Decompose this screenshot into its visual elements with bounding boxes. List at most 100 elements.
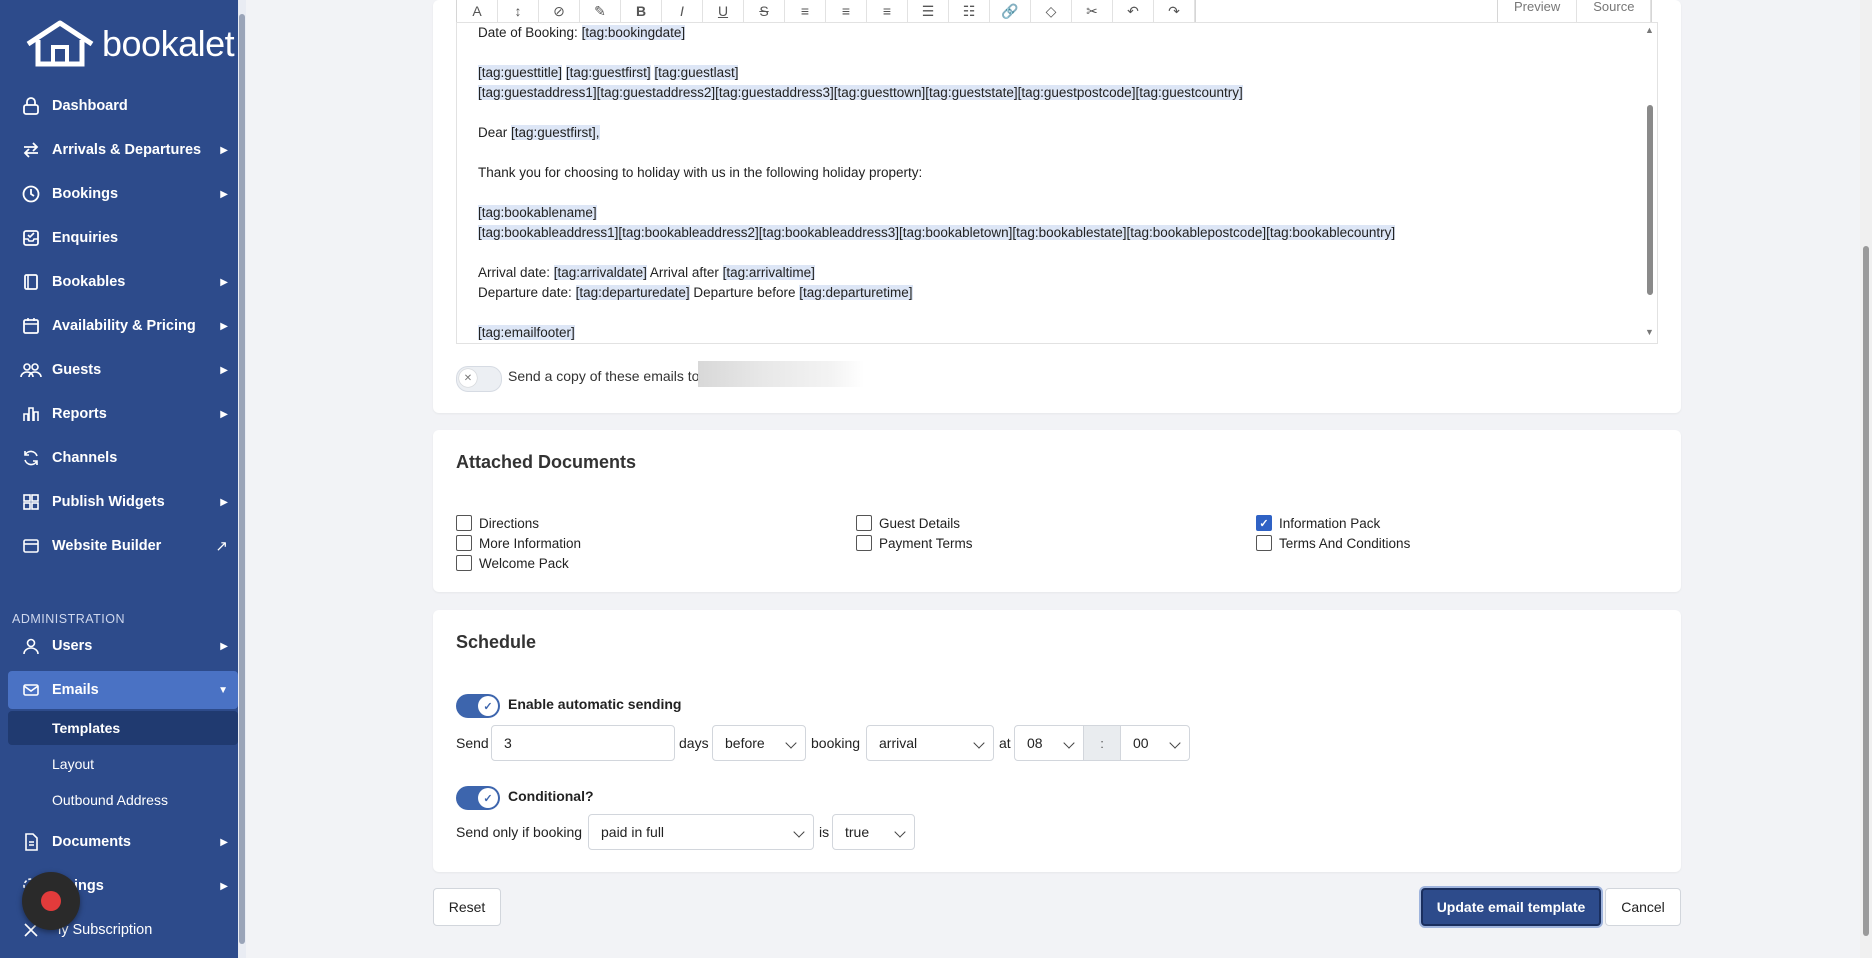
before-after-select[interactable]: before xyxy=(712,725,806,761)
merge-tag: [tag:guestfirst] xyxy=(565,65,651,80)
sidebar-item-users[interactable]: Users ▶ xyxy=(8,627,238,665)
sidebar-item-reports[interactable]: Reports ▶ xyxy=(8,395,238,433)
sidebar-item-bookables[interactable]: Bookables ▶ xyxy=(8,263,238,301)
sidebar-item-enquiries[interactable]: Enquiries xyxy=(8,219,238,257)
condition-select[interactable]: paid in full xyxy=(588,814,814,850)
scrollbar-thumb[interactable] xyxy=(239,14,245,944)
editor-text: Dear xyxy=(478,125,512,140)
booking-event-select[interactable]: arrival xyxy=(866,725,994,761)
sidebar-item-guests[interactable]: Guests ▶ xyxy=(8,351,238,389)
font-color-button[interactable]: A xyxy=(457,0,498,22)
preview-tab[interactable]: Preview xyxy=(1498,0,1578,22)
editor-scrollbar[interactable]: ▲ ▼ xyxy=(1643,23,1657,343)
checkmark-icon[interactable]: ✓ xyxy=(1256,515,1272,531)
scroll-up-icon[interactable]: ▲ xyxy=(1645,25,1654,35)
sidebar-item-documents[interactable]: Documents ▶ xyxy=(8,823,238,861)
redo-button[interactable]: ↷ xyxy=(1154,0,1195,22)
bookalet-logo[interactable]: bookalet xyxy=(24,18,235,70)
condition-value-select[interactable]: true xyxy=(832,814,915,850)
link-button[interactable]: 🔗 xyxy=(990,0,1031,22)
source-tab[interactable]: Source xyxy=(1577,0,1652,22)
checkbox[interactable] xyxy=(856,515,872,531)
booking-label: booking xyxy=(811,735,861,751)
italic-button[interactable]: I xyxy=(662,0,703,22)
align-right-button[interactable]: ≡ xyxy=(867,0,908,22)
conditional-toggle[interactable]: ✓ xyxy=(456,786,500,810)
sidebar-subitem-templates[interactable]: Templates xyxy=(8,711,238,745)
hour-select[interactable]: 08 xyxy=(1014,725,1084,761)
editor-line: Arrival date: [tag:arrivaldate] Arrival … xyxy=(478,265,815,280)
sidebar-item-dashboard[interactable]: Dashboard xyxy=(8,87,238,125)
merge-tag: [tag:emailfooter] xyxy=(478,325,575,340)
editor-toolbar: A ↕ ⊘ ✎ B I U S ≡ ≡ ≡ ☰ ☷ 🔗 ◇ ✂ ↶ ↷ xyxy=(456,0,1196,23)
doc-checkbox-more-information[interactable]: More Information xyxy=(456,535,581,551)
merge-tag: [tag:arrivaltime] xyxy=(722,265,815,280)
editor-line: [tag:guestaddress1][tag:guestaddress2][t… xyxy=(478,85,1243,100)
sidebar-item-availability[interactable]: Availability & Pricing ▶ xyxy=(8,307,238,345)
highlight-button[interactable]: ✎ xyxy=(580,0,621,22)
clear-format-button[interactable]: ⊘ xyxy=(539,0,580,22)
scrollbar-thumb[interactable] xyxy=(1863,246,1869,936)
checkbox[interactable] xyxy=(1256,535,1272,551)
reset-button[interactable]: Reset xyxy=(433,888,501,926)
sidebar-subitem-layout[interactable]: Layout xyxy=(8,747,238,781)
underline-button[interactable]: U xyxy=(703,0,744,22)
align-center-button[interactable]: ≡ xyxy=(826,0,867,22)
scroll-down-icon[interactable]: ▼ xyxy=(1645,327,1654,337)
chevron-right-icon: ▶ xyxy=(220,276,228,288)
inbox-icon xyxy=(18,227,44,249)
chevron-down-icon: ▼ xyxy=(218,684,228,696)
lock-icon xyxy=(18,95,44,117)
checkbox[interactable] xyxy=(456,555,472,571)
update-email-template-button[interactable]: Update email template xyxy=(1421,888,1601,926)
sidebar-scrollbar[interactable] xyxy=(238,0,246,958)
page-scrollbar[interactable] xyxy=(1860,0,1872,958)
send-copy-toggle[interactable]: ✕ xyxy=(456,366,502,392)
bold-button[interactable]: B xyxy=(621,0,662,22)
doc-checkbox-information-pack[interactable]: ✓ Information Pack xyxy=(1256,515,1380,531)
editor-line: [tag:bookableaddress1][tag:bookableaddre… xyxy=(478,225,1396,240)
checkbox[interactable] xyxy=(456,515,472,531)
bullet-list-button[interactable]: ☰ xyxy=(908,0,949,22)
user-icon xyxy=(18,635,44,657)
doc-checkbox-terms-and-conditions[interactable]: Terms And Conditions xyxy=(1256,535,1410,551)
select-value: 00 xyxy=(1133,735,1149,751)
doc-checkbox-payment-terms[interactable]: Payment Terms xyxy=(856,535,973,551)
merge-tag: [tag:arrivaldate] xyxy=(553,265,647,280)
checkbox[interactable] xyxy=(456,535,472,551)
days-input[interactable]: 3 xyxy=(491,725,675,761)
sidebar-item-channels[interactable]: Channels xyxy=(8,439,238,477)
sidebar-item-website-builder[interactable]: Website Builder ↗ xyxy=(8,527,238,565)
sidebar-item-publish-widgets[interactable]: Publish Widgets ▶ xyxy=(8,483,238,521)
cancel-button[interactable]: Cancel xyxy=(1605,888,1681,926)
minute-select[interactable]: 00 xyxy=(1120,725,1190,761)
doc-checkbox-guest-details[interactable]: Guest Details xyxy=(856,515,960,531)
attached-documents-title: Attached Documents xyxy=(456,452,637,472)
strikethrough-button[interactable]: S xyxy=(744,0,785,22)
undo-button[interactable]: ↶ xyxy=(1113,0,1154,22)
cut-button[interactable]: ✂ xyxy=(1072,0,1113,22)
record-button[interactable] xyxy=(22,872,80,930)
sidebar-item-bookings[interactable]: Bookings ▶ xyxy=(8,175,238,213)
chevron-down-icon xyxy=(1063,737,1075,749)
doc-checkbox-welcome-pack[interactable]: Welcome Pack xyxy=(456,555,569,571)
doc-checkbox-directions[interactable]: Directions xyxy=(456,515,539,531)
sidebar-item-emails[interactable]: Emails ▼ xyxy=(8,671,238,709)
unlink-button[interactable]: ◇ xyxy=(1031,0,1072,22)
checkbox-label: Guest Details xyxy=(879,515,961,531)
sidebar-item-label: Website Builder xyxy=(52,538,162,554)
time-separator: : xyxy=(1084,725,1120,761)
automatic-sending-toggle[interactable]: ✓ xyxy=(456,694,500,718)
sidebar-item-arrivals[interactable]: Arrivals & Departures ▶ xyxy=(8,131,238,169)
checkbox[interactable] xyxy=(856,535,872,551)
align-left-button[interactable]: ≡ xyxy=(785,0,826,22)
sidebar-subitem-outbound-address[interactable]: Outbound Address xyxy=(8,783,238,817)
numbered-list-button[interactable]: ☷ xyxy=(949,0,990,22)
sidebar-item-label: Availability & Pricing xyxy=(52,318,196,334)
scrollbar-thumb[interactable] xyxy=(1647,105,1653,295)
line-height-button[interactable]: ↕ xyxy=(498,0,539,22)
email-body-editor[interactable]: Date of Booking: [tag:bookingdate] [tag:… xyxy=(456,22,1658,344)
clock-icon xyxy=(18,183,44,205)
sidebar-item-label: Guests xyxy=(52,362,102,378)
editor-text: Arrival date: xyxy=(478,265,554,280)
